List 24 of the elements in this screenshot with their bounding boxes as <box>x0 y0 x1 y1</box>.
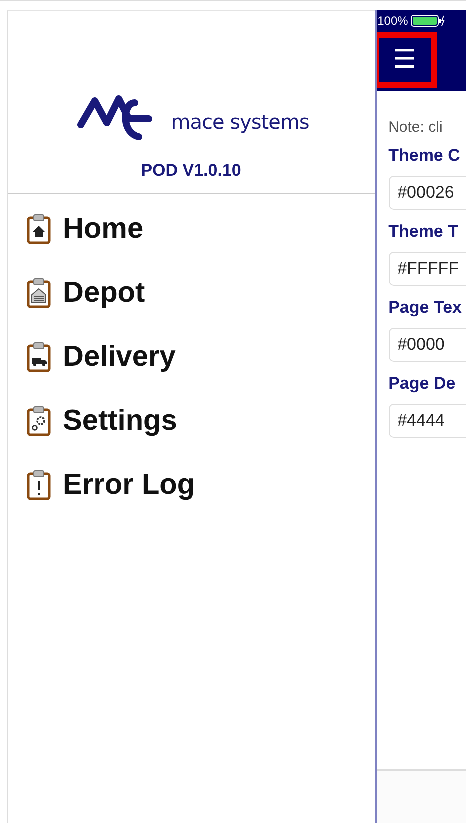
clipboard-icon <box>27 278 51 308</box>
color-field[interactable]: #FFFFF <box>388 252 466 286</box>
logo-text: mace systems <box>171 110 310 134</box>
menu-item[interactable]: Error Log <box>27 466 375 504</box>
color-field[interactable]: #00026 <box>388 176 466 210</box>
field-label: Theme T <box>388 222 460 242</box>
field-label: Theme C <box>388 146 462 166</box>
clipboard-icon <box>27 342 51 372</box>
color-field[interactable]: #4444 <box>388 404 466 438</box>
clipboard-icon <box>27 214 51 244</box>
note-text: Note: cli <box>388 119 444 136</box>
clipboard-icon <box>27 470 51 500</box>
menu-item[interactable]: Settings <box>27 402 375 440</box>
color-field[interactable]: #0000 <box>388 328 466 362</box>
menu-item[interactable]: Depot <box>27 274 375 312</box>
menu-item[interactable]: Home <box>27 210 375 248</box>
clipboard-icon <box>27 406 51 436</box>
field-label: Page Tex <box>388 298 463 318</box>
menu-button[interactable]: ☰ <box>376 32 437 88</box>
field-label: Page De <box>388 374 457 394</box>
battery-icon <box>411 15 446 27</box>
app-version: POD V1.0.10 <box>141 161 242 181</box>
battery-level: 100% <box>378 14 408 28</box>
menu-item[interactable]: Delivery <box>27 338 375 376</box>
